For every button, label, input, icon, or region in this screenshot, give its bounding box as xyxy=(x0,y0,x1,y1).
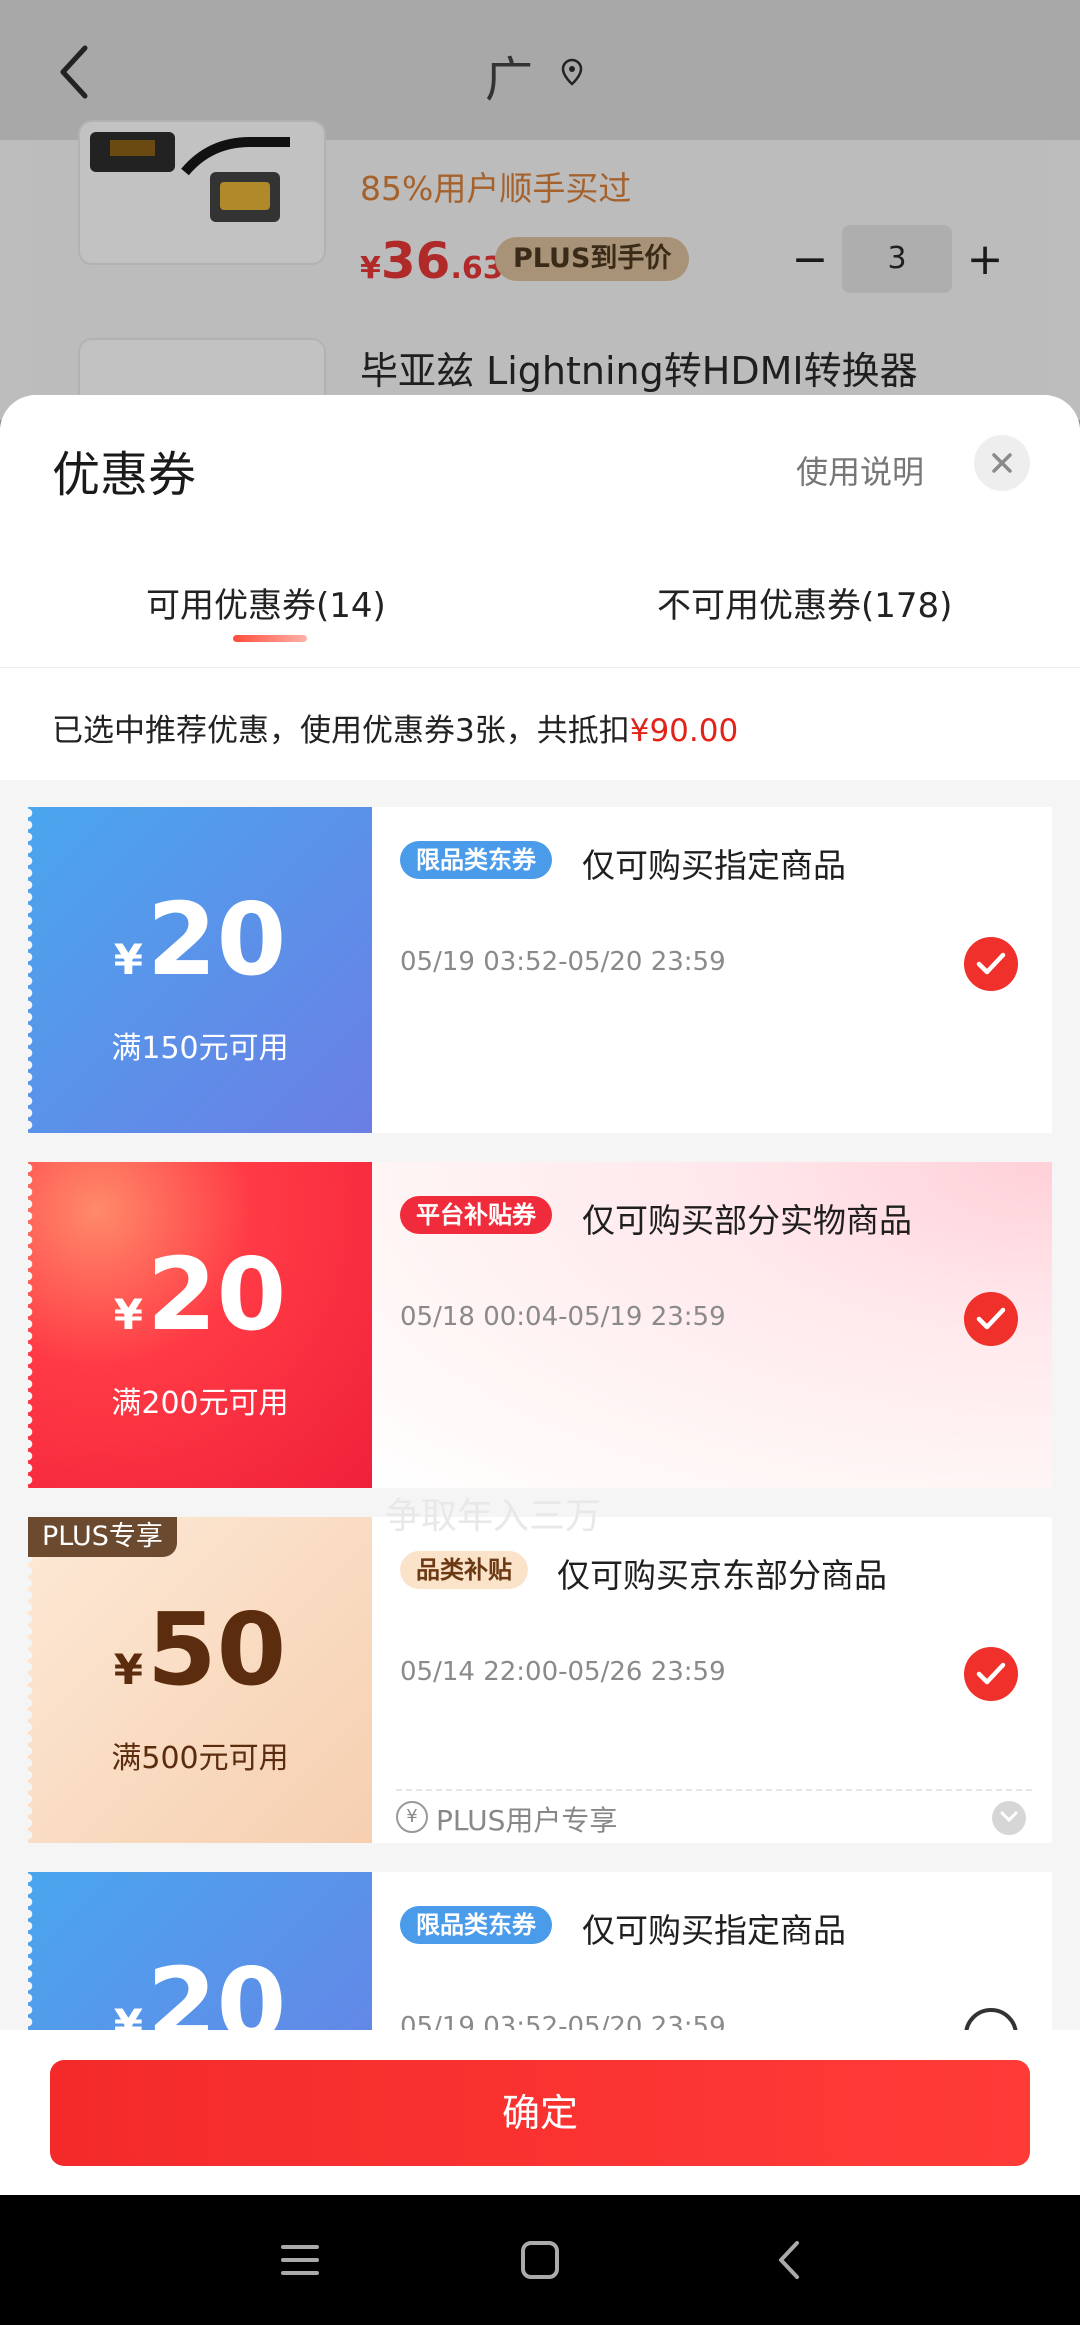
plus-only-row[interactable]: ¥ PLUS用户专享 xyxy=(396,1789,1032,1843)
coupon-condition: 满150元可用 xyxy=(111,1031,289,1066)
checkmark-icon[interactable] xyxy=(964,1292,1018,1346)
page-title: 广 xyxy=(485,52,534,108)
coupon-condition: 满200元可用 xyxy=(111,1386,289,1421)
chevron-down-icon[interactable] xyxy=(992,1801,1026,1835)
coupon-scope: 仅可购买指定商品 xyxy=(582,846,846,885)
sheet-footer: 确定 xyxy=(0,2030,1080,2195)
recent-apps-icon[interactable] xyxy=(275,2235,325,2285)
back-arrow-icon[interactable] xyxy=(55,42,95,102)
coupon-type-tag: 限品类东券 xyxy=(400,1906,552,1944)
coupon-scope: 仅可购买京东部分商品 xyxy=(557,1556,887,1595)
coupon-amount: ¥20 xyxy=(113,1236,287,1353)
coupon-type-tag: 品类补贴 xyxy=(400,1551,528,1589)
confirm-button[interactable]: 确定 xyxy=(50,2060,1030,2166)
system-nav-bar xyxy=(0,2195,1080,2325)
selection-summary: 已选中推荐优惠，使用优惠券3张，共抵扣¥90.00 xyxy=(52,713,739,749)
coupon-value-panel: ¥20 满200元可用 xyxy=(28,1162,372,1488)
coupon-condition: 满500元可用 xyxy=(111,1741,289,1776)
product-price: ¥36.63 xyxy=(360,232,504,290)
coupon-type-tag: 限品类东券 xyxy=(400,841,552,879)
close-icon xyxy=(992,453,1012,473)
coupon-type-tag: 平台补贴券 xyxy=(400,1196,552,1234)
watermark-text: 争取年入三万 xyxy=(385,1496,602,1537)
coupon-card[interactable]: PLUS专享 ¥50 满500元可用 品类补贴 仅可购买京东部分商品 05/14… xyxy=(28,1517,1052,1843)
coupon-card[interactable]: ¥20 满150元可用 限品类东券 仅可购买指定商品 05/19 03:52-0… xyxy=(28,807,1052,1133)
product-thumbnail[interactable] xyxy=(78,120,326,265)
coupon-validity: 05/14 22:00-05/26 23:59 xyxy=(400,1657,726,1687)
coupon-scope: 仅可购买部分实物商品 xyxy=(582,1201,912,1240)
top-header xyxy=(0,0,1080,140)
discount-amount: ¥90.00 xyxy=(629,713,739,749)
coupon-amount: ¥50 xyxy=(113,1591,287,1708)
sheet-header: 优惠券 使用说明 可用优惠券(14) 不可用优惠券(178) 已选中推荐优惠，使… xyxy=(0,395,1080,780)
home-icon[interactable] xyxy=(515,2235,565,2285)
quantity-plus-button[interactable]: + xyxy=(965,235,1005,285)
coupon-value-panel: ¥20 满150元可用 xyxy=(28,807,372,1133)
coupon-sheet: 优惠券 使用说明 可用优惠券(14) 不可用优惠券(178) 已选中推荐优惠，使… xyxy=(0,395,1080,2195)
bought-together-text: 85%用户顺手买过 xyxy=(360,169,632,208)
plus-exclusive-badge: PLUS专享 xyxy=(28,1517,177,1557)
sheet-title: 优惠券 xyxy=(52,447,197,503)
coupon-card[interactable]: ¥20 满200元可用 平台补贴券 仅可购买部分实物商品 05/18 00:04… xyxy=(28,1162,1052,1488)
tab-unavailable-coupons[interactable]: 不可用优惠券(178) xyxy=(657,578,952,627)
plus-only-text: PLUS用户专享 xyxy=(436,1804,618,1837)
back-icon[interactable] xyxy=(765,2235,815,2285)
location-pin-icon xyxy=(560,58,584,86)
plus-price-tag: PLUS到手价 xyxy=(495,237,690,281)
yen-icon: ¥ xyxy=(396,1801,428,1833)
usage-instructions-link[interactable]: 使用说明 xyxy=(796,447,924,493)
tab-available-coupons[interactable]: 可用优惠券(14) xyxy=(146,578,386,627)
adapter-image-icon xyxy=(90,132,290,222)
coupon-amount: ¥20 xyxy=(113,881,287,998)
active-tab-indicator xyxy=(233,635,307,642)
checkmark-icon[interactable] xyxy=(964,937,1018,991)
coupon-value-panel: PLUS专享 ¥50 满500元可用 xyxy=(28,1517,372,1843)
close-button[interactable] xyxy=(974,435,1030,491)
coupon-validity: 05/18 00:04-05/19 23:59 xyxy=(400,1302,726,1332)
product-2-name[interactable]: 毕亚兹 Lightning转HDMI转换器 xyxy=(360,340,918,395)
divider xyxy=(0,667,1080,668)
quantity-minus-button[interactable]: − xyxy=(790,235,830,285)
background-page: 广 85%用户顺手买过 ¥36.63 PLUS到手价 − 3 + 毕亚兹 Lig… xyxy=(0,0,1080,428)
checkmark-icon[interactable] xyxy=(964,1647,1018,1701)
coupon-scope: 仅可购买指定商品 xyxy=(582,1911,846,1950)
quantity-input[interactable]: 3 xyxy=(842,225,952,293)
coupon-validity: 05/19 03:52-05/20 23:59 xyxy=(400,947,726,977)
